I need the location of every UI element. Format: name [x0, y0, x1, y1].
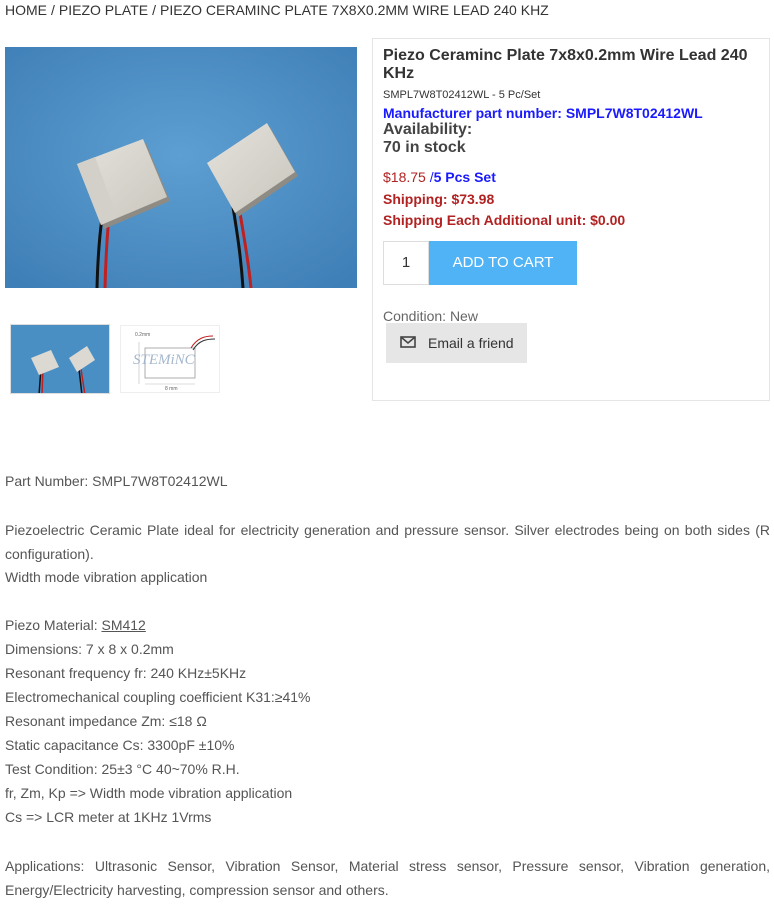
spec-line: Resonant impedance Zm: ≤18 Ω — [5, 713, 207, 729]
thumbnail-logo: STEMiNC — [133, 352, 196, 368]
envelope-icon — [400, 323, 416, 363]
piezo-material: Piezo Material: SM412 — [5, 617, 146, 633]
material-link[interactable]: SM412 — [101, 617, 145, 633]
price-per-unit: 5 Pcs Set — [433, 169, 496, 185]
spec-line: fr, Zm, Kp => Width mode vibration appli… — [5, 785, 293, 801]
shipping-additional-line: Shipping Each Additional unit: $0.00 — [383, 212, 625, 228]
stock-count: 70 in stock — [383, 139, 466, 156]
breadcrumb-separator: / — [51, 2, 55, 18]
spec-line: Dimensions: 7 x 8 x 0.2mm — [5, 641, 174, 657]
manufacturer-part-number: Manufacturer part number: SMPL7W8T02412W… — [383, 105, 703, 121]
product-info-panel: Piezo Ceraminc Plate 7x8x0.2mm Wire Lead… — [372, 38, 770, 401]
condition-label: Condition: — [383, 308, 447, 324]
mfr-value: SMPL7W8T02412WL — [565, 105, 703, 121]
shipping-additional-label: Shipping Each Additional unit: — [383, 212, 587, 228]
description-intro: Piezoelectric Ceramic Plate ideal for el… — [5, 522, 770, 562]
breadcrumb: HOME / PIEZO PLATE / PIEZO CERAMINC PLATE 7X… — [5, 2, 549, 18]
shipping-line: Shipping: $73.98 — [383, 191, 494, 207]
breadcrumb-current: PIEZO CERAMINC PLATE 7X8X0.2MM WIRE LEAD… — [160, 2, 549, 18]
price: $18.75 — [383, 169, 426, 185]
price-line: $18.75 /5 Pcs Set — [383, 169, 496, 185]
quantity-input[interactable]: 1 — [383, 241, 429, 285]
material-label: Piezo Material: — [5, 617, 102, 633]
shipping-additional-value: $0.00 — [590, 212, 626, 228]
product-thumbnail-1[interactable] — [10, 324, 110, 394]
description-intro-2: Width mode vibration application — [5, 569, 208, 585]
condition: Condition: New — [383, 308, 478, 324]
availability-label: Availability: — [383, 121, 473, 138]
product-main-image[interactable] — [5, 47, 357, 288]
price-per-prefix: / — [425, 169, 434, 185]
shipping-label: Shipping: — [383, 191, 448, 207]
spec-line: Cs => LCR meter at 1KHz 1Vrms — [5, 809, 212, 825]
spec-line: Static capacitance Cs: 3300pF ±10% — [5, 737, 235, 753]
breadcrumb-separator: / — [152, 2, 156, 18]
spec-line: Electromechanical coupling coefficient K… — [5, 689, 311, 705]
condition-value: New — [449, 308, 478, 324]
product-thumbnail-2[interactable]: 0.2mm 8 mm STEMiNC — [120, 325, 220, 393]
mfr-label: Manufacturer part number: — [383, 105, 562, 121]
product-title: Piezo Ceraminc Plate 7x8x0.2mm Wire Lead… — [383, 47, 748, 82]
svg-text:8 mm: 8 mm — [165, 386, 178, 392]
breadcrumb-category[interactable]: PIEZO PLATE — [59, 2, 148, 18]
description-applications: Applications: Ultrasonic Sensor, Vibrati… — [5, 858, 770, 898]
email-a-friend-button[interactable]: Email a friend — [386, 323, 527, 363]
svg-text:0.2mm: 0.2mm — [135, 332, 150, 338]
email-a-friend-label: Email a friend — [428, 335, 514, 351]
spec-line: Resonant frequency fr: 240 KHz±5KHz — [5, 665, 247, 681]
spec-line: Test Condition: 25±3 °C 40~70% R.H. — [5, 761, 240, 777]
sku-line: SMPL7W8T02412WL - 5 Pc/Set — [383, 89, 541, 101]
breadcrumb-home[interactable]: HOME — [5, 2, 47, 18]
description-part-number: Part Number: SMPL7W8T02412WL — [5, 473, 228, 489]
add-to-cart-button[interactable]: ADD TO CART — [429, 241, 577, 285]
shipping-value: $73.98 — [451, 191, 495, 207]
